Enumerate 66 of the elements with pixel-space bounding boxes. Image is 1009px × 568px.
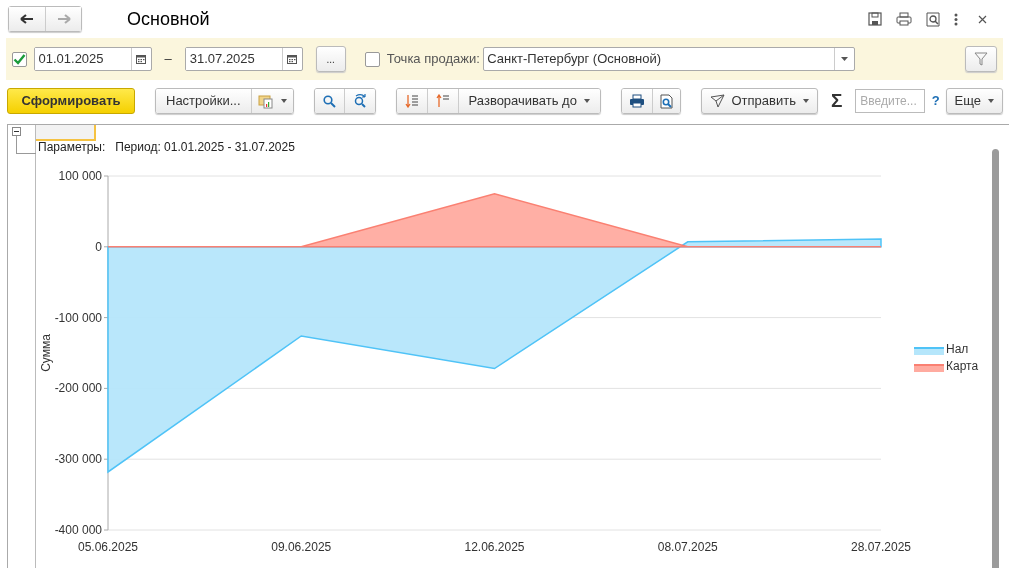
preview-icon — [659, 93, 673, 109]
date-field[interactable]: 01.01.2025 — [33, 47, 152, 71]
search-button[interactable] — [314, 89, 344, 113]
checkbox[interactable] — [365, 51, 381, 67]
left-arrow-icon — [20, 14, 34, 24]
search-icon — [322, 94, 336, 108]
window-title: Основной — [127, 7, 210, 31]
legend-label: Нал — [946, 342, 969, 356]
legend-label: Карта — [946, 359, 979, 373]
close-icon — [978, 15, 987, 25]
expand-to-button[interactable]: Разворачивать до — [457, 89, 600, 113]
legend-swatch — [913, 364, 945, 372]
checkbox[interactable] — [12, 51, 27, 67]
collapse-icon[interactable] — [12, 127, 21, 136]
axis-tick-label: -100 000 — [54, 310, 102, 325]
sort-ascending-button[interactable] — [426, 89, 458, 113]
save-icon — [868, 12, 882, 26]
search-refresh-icon — [352, 94, 367, 108]
generate-button[interactable]: Сформировать — [7, 88, 135, 114]
more-icon — [954, 12, 958, 26]
print-icon — [896, 12, 912, 26]
field-label: Точка продажи: — [386, 50, 480, 69]
settings-button[interactable]: Настройки... — [156, 89, 251, 113]
calendar-icon — [136, 54, 146, 64]
print-icon — [628, 94, 645, 108]
parameters-text: Параметры: Период: 01.01.2025 - 31.07.2025 — [38, 139, 295, 156]
date-field[interactable]: 31.07.2025 — [184, 47, 303, 71]
dropdown-field[interactable]: Санкт-Петербург (Основной) — [483, 47, 856, 71]
selected-cell[interactable] — [36, 125, 96, 141]
scrollbar[interactable] — [992, 149, 999, 568]
dash: – — [164, 50, 172, 69]
variant-button[interactable] — [250, 89, 293, 113]
axis-tick-label: 05.06.2025 — [77, 540, 139, 554]
axis-title: Сумма — [39, 334, 53, 372]
axis-tick-label: 0 — [95, 239, 102, 254]
axis-tick-label: -300 000 — [54, 452, 102, 467]
calendar-icon — [287, 54, 298, 64]
checkmark-icon — [13, 52, 26, 66]
legend-swatch — [913, 347, 945, 355]
report-variant-icon — [257, 93, 274, 109]
axis-tick-label: -200 000 — [54, 381, 102, 396]
sum-button[interactable]: Σ — [830, 86, 843, 116]
preview-icon — [926, 11, 940, 27]
axis-tick-label: 08.07.2025 — [657, 540, 718, 554]
filter-button[interactable] — [965, 46, 997, 72]
sort-ascending-icon — [435, 94, 450, 108]
axis-tick-label: 100 000 — [58, 169, 102, 183]
funnel-icon — [974, 52, 988, 66]
axis-tick-label: 28.07.2025 — [850, 540, 912, 554]
send-button[interactable]: Отправить — [700, 88, 818, 114]
paper-plane-icon — [709, 94, 725, 108]
right-arrow-icon — [56, 14, 71, 24]
axis-tick-label: 09.06.2025 — [271, 540, 332, 554]
period-button[interactable]: ... — [315, 46, 346, 72]
search-next-button[interactable] — [343, 89, 375, 113]
more-button[interactable]: Еще — [945, 88, 1003, 114]
dropdown-caret-icon — [841, 57, 849, 61]
axis-tick-label: -400 000 — [54, 523, 102, 537]
sort-descending-button[interactable] — [396, 89, 427, 113]
help-link[interactable]: ? — [931, 91, 940, 111]
back-button[interactable] — [9, 7, 45, 31]
axis-tick-label: 12.06.2025 — [464, 540, 525, 554]
search-field[interactable]: Введите... — [855, 89, 926, 113]
print-button[interactable] — [621, 89, 652, 113]
preview-button[interactable] — [651, 89, 680, 113]
sort-descending-icon — [404, 94, 419, 108]
